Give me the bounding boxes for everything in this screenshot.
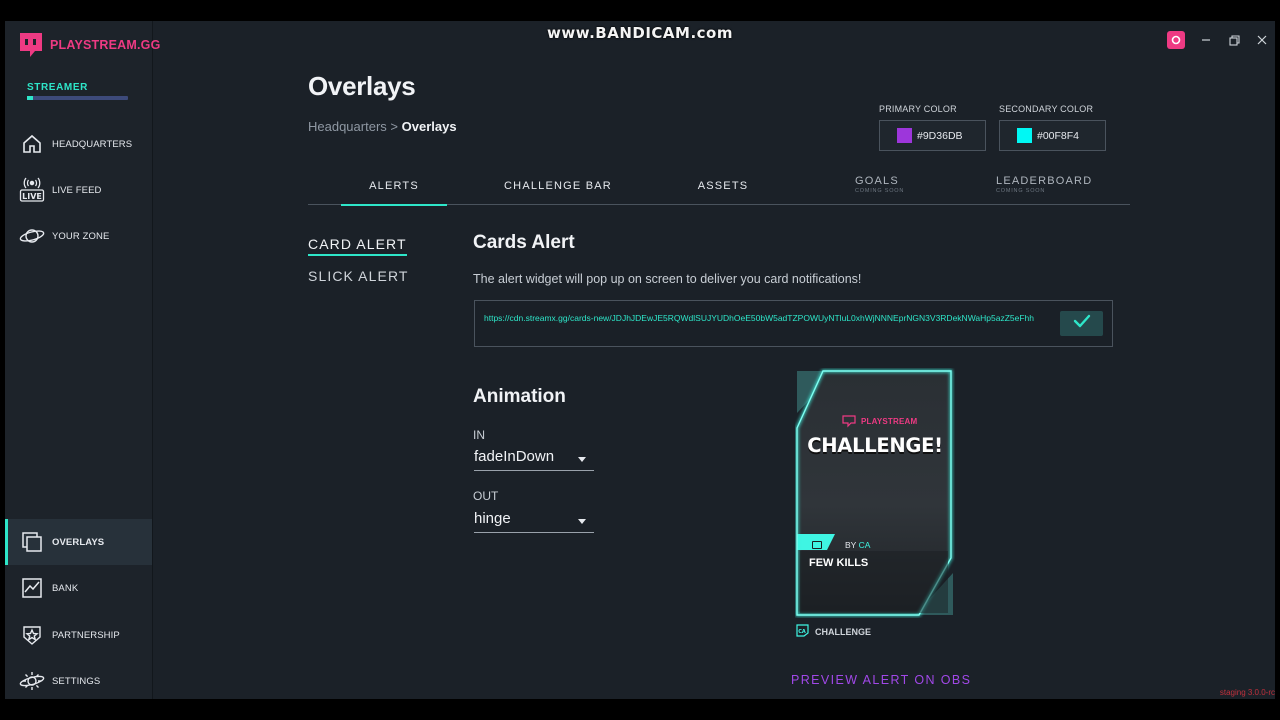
in-label: IN [473,428,485,442]
cards-alert-description: The alert widget will pop up on screen t… [473,272,862,286]
sidebar-item-bank[interactable]: BANK [5,565,152,611]
page-title: Overlays [308,71,416,101]
cards-alert-title: Cards Alert [473,232,575,253]
breadcrumb-current: Overlays [401,119,457,134]
chevron-down-icon [578,457,586,462]
app-window: PLAYSTREAM.GG STREAMER HEADQUARTERS LIVE… [5,21,1275,699]
secondary-color-swatch [1017,128,1032,143]
coming-soon-label: COMING SOON [996,188,1046,194]
planet-icon [19,223,45,249]
svg-text:CA: CA [798,629,806,635]
challenge-badge-icon: CA [795,623,810,640]
chart-icon [19,575,45,601]
primary-color-swatch [897,128,912,143]
breadcrumb: Headquarters > Overlays [308,119,457,134]
level-progress-bar [27,96,128,100]
sidebar-item-label: LIVE FEED [52,184,102,196]
sidebar-item-your-zone[interactable]: YOUR ZONE [5,213,152,259]
version-label: staging 3.0.0-rc [1219,688,1275,697]
card-author: BY CA [845,540,870,550]
preview-alert-on-obs-link[interactable]: PREVIEW ALERT ON OBS [791,673,971,687]
home-icon [19,131,45,157]
sidebar-item-label: YOUR ZONE [52,230,110,242]
breadcrumb-parent[interactable]: Headquarters [308,119,387,134]
chevron-down-icon [578,519,586,524]
user-role: STREAMER [27,82,88,93]
card-alert-preview: PLAYSTREAM CHALLENGE! BY CA FEW KILLS [795,368,955,618]
star-icon [19,622,45,648]
card-frame [795,369,953,617]
svg-text:LIVE: LIVE [22,192,42,201]
sidebar-item-label: SETTINGS [52,675,101,687]
card-footer: CA CHALLENGE [795,623,871,640]
tab-goals[interactable]: GOALS COMING SOON [846,171,906,205]
subnav-slick-alert[interactable]: SLICK ALERT [308,268,409,284]
animation-title: Animation [473,386,566,407]
ca-badge-icon [812,541,822,549]
sidebar-item-live-feed[interactable]: LIVE LIVE FEED [5,167,152,213]
tab-label: ALERTS [369,180,419,192]
widget-url-field[interactable]: https://cdn.streamx.gg/cards-new/JDJhJDE… [474,300,1113,347]
out-label: OUT [473,489,499,503]
primary-color-value: #9D36DB [917,129,963,142]
recorder-watermark: www.BANDICAM.com [546,24,733,42]
breadcrumb-separator: > [390,119,398,134]
card-brand: PLAYSTREAM [861,417,918,426]
card-author-name: CA [858,540,871,550]
secondary-color-label: SECONDARY COLOR [999,104,1094,114]
sidebar-item-label: BANK [52,582,79,594]
primary-color-picker[interactable]: #9D36DB [879,120,986,151]
sidebar-item-headquarters[interactable]: HEADQUARTERS [5,121,152,167]
out-animation-value: hinge [474,510,511,527]
card-task: FEW KILLS [809,557,869,569]
overlays-icon [19,529,45,555]
secondary-color-value: #00F8F4 [1037,129,1080,142]
in-animation-select[interactable]: fadeInDown [474,447,594,471]
coming-soon-label: COMING SOON [855,188,905,194]
secondary-color-picker[interactable]: #00F8F4 [999,120,1106,151]
tab-label: LEADERBOARD [996,175,1093,187]
copy-url-button[interactable] [1060,311,1103,336]
tab-challenge-bar[interactable]: CHALLENGE BAR [498,171,618,205]
primary-color-group: PRIMARY COLOR #9D36DB [879,104,986,151]
tab-leaderboard[interactable]: LEADERBOARD COMING SOON [996,171,1106,205]
primary-color-label: PRIMARY COLOR [879,104,957,114]
tab-assets[interactable]: ASSETS [688,171,758,205]
sidebar-item-settings[interactable]: SETTINGS [5,658,152,699]
tab-alerts[interactable]: ALERTS [341,171,447,206]
card-headline: CHALLENGE! [807,434,943,457]
check-icon [1072,313,1092,334]
live-icon: LIVE [19,177,45,203]
tab-label: GOALS [855,175,899,187]
overlay-tabs: ALERTS CHALLENGE BAR ASSETS GOALS COMING… [308,171,1130,206]
in-animation-value: fadeInDown [474,448,555,465]
sidebar-item-label: PARTNERSHIP [52,629,120,641]
card-author-prefix: BY [845,540,857,550]
sidebar: PLAYSTREAM.GG STREAMER HEADQUARTERS LIVE… [5,21,160,699]
tab-label: ASSETS [697,180,749,192]
card-footer-label: CHALLENGE [815,626,871,637]
sidebar-item-label: OVERLAYS [52,536,105,548]
sidebar-item-label: HEADQUARTERS [52,138,133,150]
level-progress-fill [27,96,34,100]
subnav-card-alert[interactable]: CARD ALERT [308,236,407,256]
sidebar-item-partnership[interactable]: PARTNERSHIP [5,612,152,658]
out-animation-select[interactable]: hinge [474,509,594,533]
secondary-color-group: SECONDARY COLOR #00F8F4 [999,104,1106,151]
widget-url[interactable]: https://cdn.streamx.gg/cards-new/JDJhJDE… [484,312,1044,325]
sidebar-item-overlays[interactable]: OVERLAYS [5,519,152,565]
gear-icon [19,668,45,694]
tab-label: CHALLENGE BAR [504,180,612,192]
